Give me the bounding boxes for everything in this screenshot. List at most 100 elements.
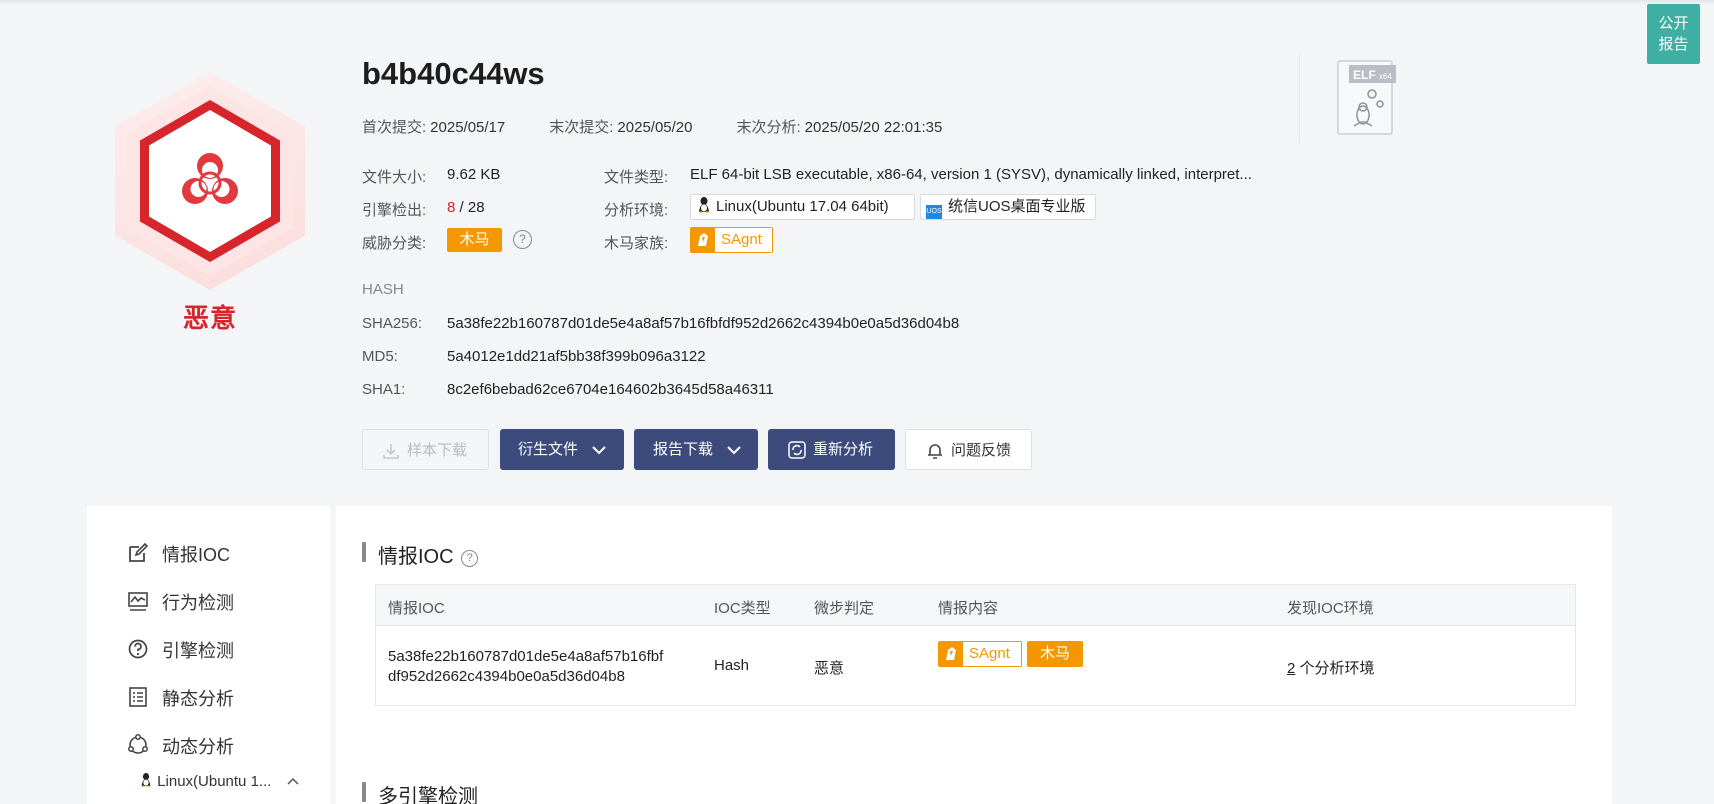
ioc-env-suffix: 个分析环境 bbox=[1295, 660, 1375, 677]
md5-value[interactable]: 5a4012e1dd21af5bb38f399b096a3122 bbox=[447, 348, 706, 365]
first-submit-value: 2025/05/17 bbox=[430, 119, 506, 136]
ioc-judgement-value: 恶意 bbox=[814, 660, 845, 677]
ioc-section-title-text: 情报IOC bbox=[378, 546, 454, 568]
engine-total-count: / 28 bbox=[459, 199, 485, 216]
pulse-icon bbox=[128, 592, 148, 611]
hash-heading: HASH bbox=[362, 281, 404, 298]
last-analysis-label: 末次分析: bbox=[736, 119, 801, 136]
ioc-type-value: Hash bbox=[714, 657, 750, 674]
help-icon[interactable]: ? bbox=[461, 550, 479, 567]
bell-icon bbox=[928, 444, 942, 459]
env-tag-uos[interactable]: UOS 统信UOS桌面专业版 bbox=[920, 194, 1096, 220]
derived-files-label: 衍生文件 bbox=[518, 441, 579, 458]
feedback-button[interactable]: 问题反馈 bbox=[905, 429, 1032, 470]
file-size-value: 9.62 KB bbox=[447, 166, 501, 183]
submission-meta: 首次提交: 2025/05/17 末次提交: 2025/05/20 末次分析: 2025/… bbox=[362, 116, 946, 137]
section-marker bbox=[362, 542, 366, 562]
download-icon bbox=[383, 444, 399, 459]
sidebar-subitem-linux[interactable]: Linux(Ubuntu 1... bbox=[139, 772, 300, 790]
sidebar-subitem-label: Linux(Ubuntu 1... bbox=[157, 773, 272, 790]
file-name-title: b4b40c44ws bbox=[362, 56, 545, 91]
sidebar-item-label: 情报IOC bbox=[162, 545, 231, 565]
ioc-family-tag[interactable]: SAgnt bbox=[938, 641, 1022, 667]
biohazard-icon bbox=[182, 153, 238, 204]
report-download-button[interactable]: 报告下载 bbox=[634, 429, 758, 470]
threat-class-tag[interactable]: 木马 bbox=[447, 228, 502, 252]
sha1-label: SHA1: bbox=[362, 381, 406, 398]
chevron-down-icon bbox=[727, 446, 741, 455]
list-icon bbox=[129, 687, 147, 707]
sidebar-item-label: 行为检测 bbox=[162, 593, 234, 613]
verdict-badge bbox=[110, 66, 310, 296]
col-header-content: 情报内容 bbox=[938, 600, 999, 617]
ioc-value[interactable]: 5a38fe22b160787d01de5e4a8af57b16fbf df95… bbox=[388, 647, 663, 687]
trojan-family-name: SAgnt bbox=[721, 231, 762, 248]
derived-files-button[interactable]: 衍生文件 bbox=[500, 429, 624, 470]
ioc-family-name: SAgnt bbox=[969, 645, 1010, 662]
sha1-value[interactable]: 8c2ef6bebad62ce6704e164602b3645d58a46311 bbox=[447, 381, 774, 398]
last-analysis-value: 2025/05/20 22:01:35 bbox=[804, 119, 943, 136]
ioc-threat-tag[interactable]: 木马 bbox=[1027, 641, 1083, 667]
file-size-label: 文件大小: bbox=[362, 169, 427, 186]
chevron-up-icon[interactable] bbox=[286, 776, 300, 786]
question-circle-icon bbox=[128, 639, 148, 659]
chevron-down-icon bbox=[592, 446, 606, 455]
section-marker bbox=[362, 782, 366, 802]
linux-icon bbox=[698, 197, 710, 213]
main-content: 情报IOC ? 情报IOC IOC类型 微步判定 情报内容 发现IOC环境 5a… bbox=[336, 506, 1612, 804]
col-header-ioc: 情报IOC bbox=[388, 600, 445, 617]
col-header-env: 发现IOC环境 bbox=[1287, 600, 1374, 617]
elf-icon-label: ELF bbox=[1353, 68, 1376, 82]
uos-icon: UOS bbox=[926, 205, 942, 219]
family-shield-icon bbox=[691, 228, 715, 252]
sha256-label: SHA256: bbox=[362, 315, 423, 332]
ioc-table-header: 情报IOC IOC类型 微步判定 情报内容 发现IOC环境 bbox=[376, 585, 1575, 626]
edit-icon bbox=[129, 542, 149, 562]
env-tag-linux-label: Linux(Ubuntu 17.04 64bit) bbox=[716, 198, 889, 215]
public-report-line1: 公开 bbox=[1658, 15, 1689, 32]
env-tag-linux[interactable]: Linux(Ubuntu 17.04 64bit) bbox=[690, 194, 915, 220]
sample-download-button[interactable]: 样本下载 bbox=[362, 429, 489, 470]
sha256-value[interactable]: 5a38fe22b160787d01de5e4a8af57b16fbfdf952… bbox=[447, 315, 959, 332]
reanalyze-button[interactable]: 重新分析 bbox=[768, 429, 895, 470]
col-header-judgement: 微步判定 bbox=[814, 600, 875, 617]
trojan-family-label: 木马家族: bbox=[604, 235, 669, 252]
reanalyze-label: 重新分析 bbox=[813, 441, 874, 458]
elf-file-icon: ELF x64 bbox=[1337, 60, 1396, 135]
last-submit-label: 末次提交: bbox=[549, 119, 614, 136]
ioc-section-title: 情报IOC ? bbox=[378, 540, 479, 569]
trojan-family-tag[interactable]: SAgnt bbox=[690, 227, 773, 253]
ioc-env-value: 2 个分析环境 bbox=[1287, 657, 1375, 678]
sidebar-item-label: 动态分析 bbox=[162, 737, 234, 757]
section-sidebar: 情报IOC 行为检测 引擎检测 静态分析 动态分析 Linux(Ubuntu 1… bbox=[87, 506, 330, 804]
header-divider bbox=[1299, 55, 1300, 143]
file-type-label: 文件类型: bbox=[604, 169, 669, 186]
engine-detection-value: 8 / 28 bbox=[447, 199, 485, 216]
linux-icon bbox=[140, 773, 152, 787]
ioc-value-line1: 5a38fe22b160787d01de5e4a8af57b16fbf bbox=[388, 648, 664, 665]
refresh-icon bbox=[788, 441, 806, 459]
last-submit-value: 2025/05/20 bbox=[617, 119, 693, 136]
ioc-table: 情报IOC IOC类型 微步判定 情报内容 发现IOC环境 5a38fe22b1… bbox=[375, 584, 1576, 706]
engine-section-title: 多引擎检测 bbox=[378, 786, 478, 804]
md5-label: MD5: bbox=[362, 348, 398, 365]
sample-download-label: 样本下载 bbox=[407, 442, 468, 459]
public-report-line2: 报告 bbox=[1658, 36, 1689, 53]
analysis-env-label: 分析环境: bbox=[604, 202, 669, 219]
public-report-button[interactable]: 公开 报告 bbox=[1647, 4, 1700, 64]
engine-detection-label: 引擎检出: bbox=[362, 202, 427, 219]
ioc-value-line2: df952d2662c4394b0e0a5d36d04b8 bbox=[388, 668, 625, 685]
top-shadow bbox=[0, 0, 1714, 5]
verdict-label: 恶意 bbox=[182, 303, 237, 333]
first-submit-label: 首次提交: bbox=[362, 119, 427, 136]
feedback-label: 问题反馈 bbox=[951, 442, 1012, 459]
env-tag-uos-label: 统信UOS桌面专业版 bbox=[948, 198, 1086, 215]
file-type-value: ELF 64-bit LSB executable, x86-64, versi… bbox=[690, 166, 1252, 183]
sidebar-item-label: 静态分析 bbox=[162, 689, 234, 709]
threat-class-label: 威胁分类: bbox=[362, 235, 427, 252]
engine-hit-count: 8 bbox=[447, 199, 456, 216]
elf-icon-sub: x64 bbox=[1379, 72, 1392, 81]
family-shield-icon bbox=[939, 642, 963, 666]
sidebar-item-label: 引擎检测 bbox=[162, 641, 234, 661]
help-icon[interactable]: ? bbox=[513, 230, 532, 249]
